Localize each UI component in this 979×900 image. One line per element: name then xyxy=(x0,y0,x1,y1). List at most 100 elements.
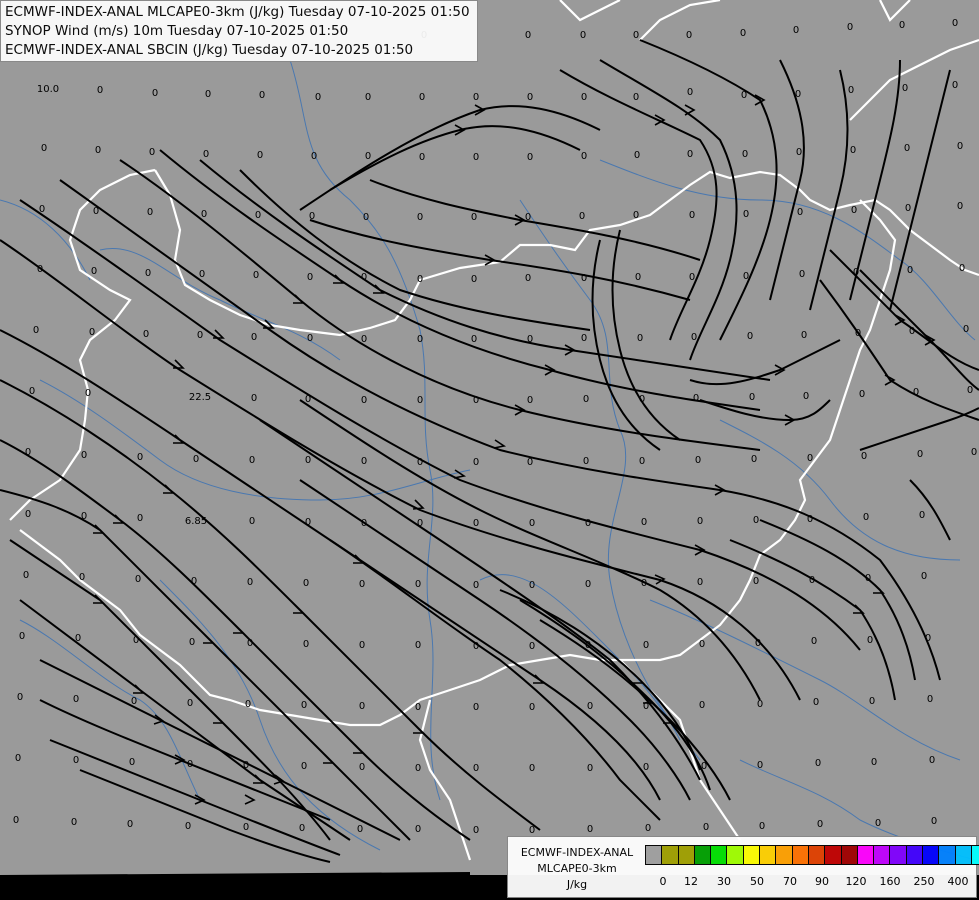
grid-value-label: 0 xyxy=(205,89,211,100)
grid-value-label: 0 xyxy=(699,700,705,711)
grid-value-label: 0 xyxy=(641,578,647,589)
grid-value-label: 0 xyxy=(633,210,639,221)
legend-swatch xyxy=(954,845,972,865)
grid-value-label: 0 xyxy=(415,702,421,713)
grid-value-label: 0 xyxy=(847,22,853,33)
grid-value-label: 0 xyxy=(952,18,958,29)
legend-tick-label: 30 xyxy=(717,875,731,888)
grid-value-label: 0 xyxy=(585,518,591,529)
grid-value-label: 0 xyxy=(701,761,707,772)
grid-value-label: 0 xyxy=(249,455,255,466)
grid-value-label: 0 xyxy=(693,393,699,404)
legend-swatch xyxy=(938,845,956,865)
grid-value-label: 0 xyxy=(963,324,969,335)
grid-value-label: 0 xyxy=(527,334,533,345)
grid-value-label: 0 xyxy=(249,516,255,527)
grid-value-label: 0 xyxy=(581,273,587,284)
grid-value-label: 0 xyxy=(29,386,35,397)
grid-value-label: 0 xyxy=(633,30,639,41)
grid-value-label: 0 xyxy=(417,334,423,345)
grid-value-label: 0 xyxy=(473,518,479,529)
grid-value-label: 0 xyxy=(529,641,535,652)
grid-value-label: 0 xyxy=(875,818,881,829)
grid-value-label: 22.5 xyxy=(189,392,211,403)
grid-value-label: 0 xyxy=(751,454,757,465)
grid-value-label: 0 xyxy=(957,141,963,152)
grid-value-label: 0 xyxy=(757,760,763,771)
grid-value-label: 0 xyxy=(525,212,531,223)
grid-value-label: 0 xyxy=(305,517,311,528)
grid-value-label: 0 xyxy=(137,513,143,524)
grid-value-label: 0 xyxy=(301,761,307,772)
grid-value-label: 0 xyxy=(909,326,915,337)
grid-value-label: 0 xyxy=(579,211,585,222)
grid-value-label: 0 xyxy=(473,152,479,163)
grid-value-label: 0 xyxy=(919,510,925,521)
grid-value-label: 0 xyxy=(529,518,535,529)
legend-tick-label: 50 xyxy=(750,875,764,888)
grid-value-label: 0 xyxy=(861,451,867,462)
grid-value-label: 0 xyxy=(93,206,99,217)
grid-value-label: 0 xyxy=(415,640,421,651)
grid-value-label: 6.85 xyxy=(185,516,207,527)
grid-value-label: 0 xyxy=(581,333,587,344)
grid-value-label: 0 xyxy=(417,274,423,285)
grid-value-label: 0 xyxy=(415,763,421,774)
grid-value-label: 0 xyxy=(131,696,137,707)
grid-value-label: 0 xyxy=(635,272,641,283)
grid-value-label: 0 xyxy=(415,579,421,590)
grid-value-label: 0 xyxy=(687,87,693,98)
legend-ticks: 0 12 30 50 70 90 120 160 250 400 xyxy=(645,875,975,891)
grid-value-label: 0 xyxy=(580,30,586,41)
grid-value-label: 0 xyxy=(687,149,693,160)
grid-value-label: 0 xyxy=(39,204,45,215)
header-line-wind: SYNOP Wind (m/s) 10m Tuesday 07-10-2025 … xyxy=(5,23,349,39)
grid-value-label: 0 xyxy=(13,815,19,826)
grid-value-label: 0 xyxy=(807,514,813,525)
legend-title-line2: MLCAPE0-3km xyxy=(537,862,617,875)
grid-value-label: 0 xyxy=(251,393,257,404)
color-legend: ECMWF-INDEX-ANAL MLCAPE0-3km J/kg 0 12 30 5… xyxy=(507,836,979,898)
grid-value-label: 0 xyxy=(247,577,253,588)
grid-value-label: 0 xyxy=(359,640,365,651)
grid-value-label: 0 xyxy=(471,274,477,285)
grid-value-label: 0 xyxy=(587,701,593,712)
grid-value-label: 0 xyxy=(95,145,101,156)
grid-value-label: 0 xyxy=(689,272,695,283)
legend-swatch xyxy=(824,845,842,865)
grid-value-label: 0 xyxy=(417,457,423,468)
grid-value-label: 0 xyxy=(747,331,753,342)
grid-value-label: 0 xyxy=(185,821,191,832)
legend-title-line1: ECMWF-INDEX-ANAL xyxy=(520,846,634,859)
grid-value-label: 0 xyxy=(143,329,149,340)
grid-value-label: 0 xyxy=(189,637,195,648)
map-background xyxy=(0,0,979,875)
grid-value-label: 0 xyxy=(307,333,313,344)
weather-map: 10.0 0 0 0 0 0 0 0 0 0 0 0 0 0 0 0 0 0 0 0 0 0 0 0 0 0 0 0 0 0 0 0 0 0 0 0 0… xyxy=(0,0,979,900)
grid-value-label: 0 xyxy=(755,638,761,649)
grid-value-label: 0 xyxy=(904,143,910,154)
grid-value-label: 0 xyxy=(137,452,143,463)
grid-value-label: 0 xyxy=(525,30,531,41)
grid-value-label: 0 xyxy=(251,332,257,343)
grid-value-label: 0 xyxy=(33,325,39,336)
grid-value-label: 0 xyxy=(753,576,759,587)
grid-value-label: 0 xyxy=(695,455,701,466)
grid-value-label: 10.0 xyxy=(37,84,59,95)
grid-value-label: 0 xyxy=(361,518,367,529)
grid-value-label: 0 xyxy=(759,821,765,832)
grid-value-label: 0 xyxy=(581,151,587,162)
grid-value-label: 0 xyxy=(473,580,479,591)
grid-value-label: 0 xyxy=(473,641,479,652)
grid-value-label: 0 xyxy=(243,760,249,771)
grid-value-label: 0 xyxy=(15,753,21,764)
grid-value-label: 0 xyxy=(127,819,133,830)
grid-value-label: 0 xyxy=(187,698,193,709)
grid-value-label: 0 xyxy=(583,394,589,405)
grid-value-label: 0 xyxy=(931,816,937,827)
grid-value-label: 0 xyxy=(587,824,593,835)
grid-value-label: 0 xyxy=(871,757,877,768)
grid-value-label: 0 xyxy=(859,389,865,400)
legend-swatch xyxy=(710,845,728,865)
grid-value-label: 0 xyxy=(361,334,367,345)
